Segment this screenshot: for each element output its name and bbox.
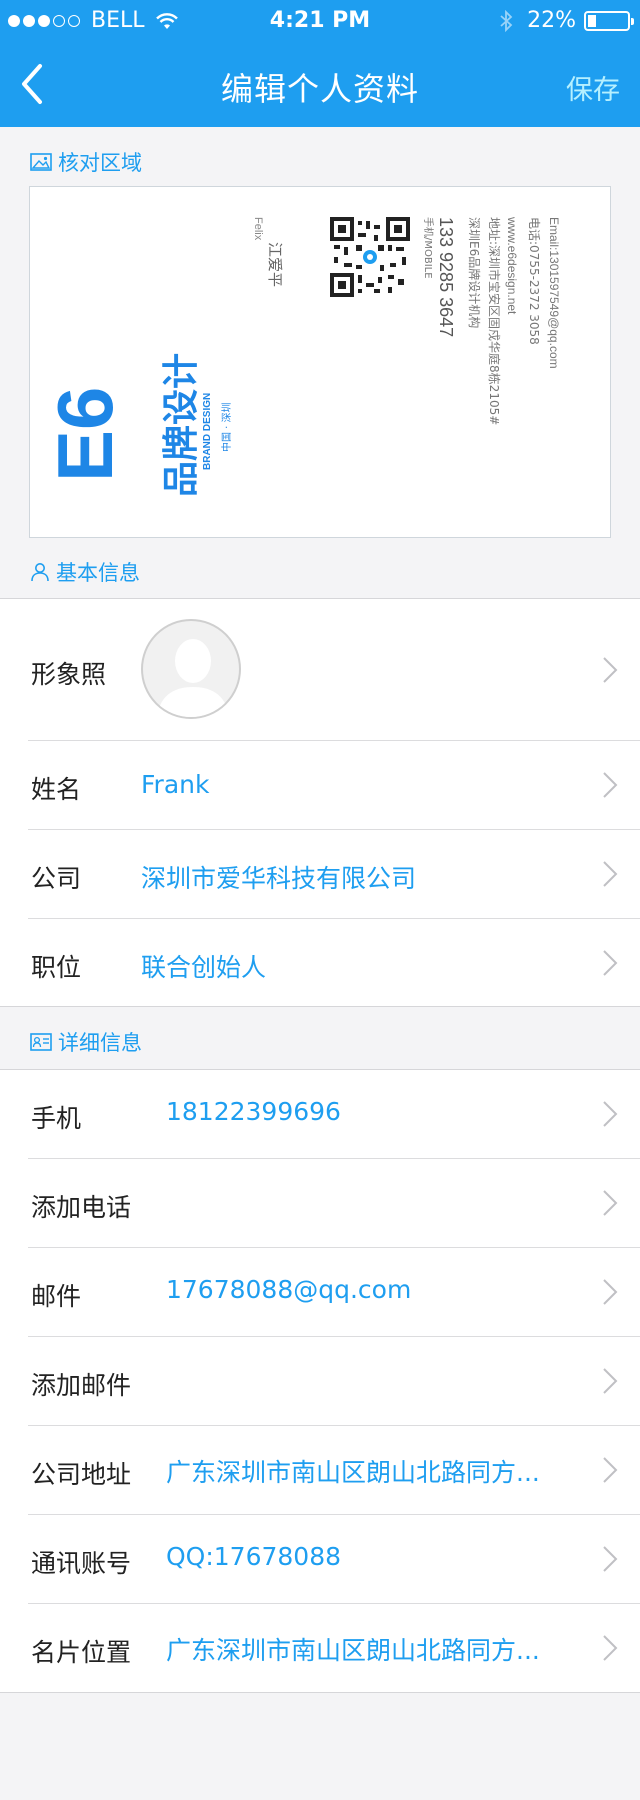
row-company-address[interactable]: 公司地址 广东深圳市南山区朗山北路同方... [28,1426,640,1515]
person-icon [31,563,49,582]
section-detail-header: 详细信息 [30,1027,142,1057]
row-im-account[interactable]: 通讯账号 QQ:17678088 [28,1515,640,1604]
card-brand-en: BRAND DESIGN [202,393,213,470]
position-value: 联合创始人 [141,953,267,982]
row-position[interactable]: 职位 联合创始人 [28,919,640,1008]
row-photo[interactable]: 形象照 [28,599,640,741]
card-logo-text: E6 [41,387,129,482]
row-email[interactable]: 邮件 17678088@qq.com [28,1248,640,1337]
company-value: 深圳市爱华科技有限公司 [141,864,417,893]
chevron-right-icon [603,1279,618,1305]
chevron-right-icon [603,1190,618,1216]
chevron-right-icon [603,950,618,976]
name-label: 姓名 [31,775,82,804]
business-card-graphic: E6 品牌设计 BRAND DESIGN 中国 · 深圳 Felix 江爱平 手… [41,216,561,497]
detail-value: 广东深圳市南山区朗山北路同方... [166,1458,540,1487]
position-label: 职位 [31,953,82,982]
row-name[interactable]: 姓名 Frank [28,741,640,830]
detail-value: 18122399696 [166,1097,341,1126]
chevron-right-icon [603,1101,618,1127]
status-bar: BELL 4:21 PM 22% [0,0,640,40]
card-org: 深圳E6品牌设计机构 [467,217,482,328]
chevron-right-icon [603,1546,618,1572]
detail-label: 手机 [31,1104,82,1133]
card-name-cn: 江爱平 [266,242,284,287]
card-email: Email:1301597549@qq.com [547,217,561,369]
card-mobile-label: 手机/MOBILE [422,217,435,279]
detail-info-group: 手机 18122399696 添加电话 邮件 17678088@qq.com 添… [0,1069,640,1693]
detail-value: 17678088@qq.com [166,1275,412,1304]
chevron-right-icon [603,861,618,887]
row-add-email[interactable]: 添加邮件 [28,1337,640,1426]
detail-value: 广东深圳市南山区朗山北路同方... [166,1636,540,1665]
card-address: 地址:深圳市宝安区固戍华庭8栋2105# [487,217,502,425]
card-phone: 电话:0755-2372 3058 [527,217,541,345]
id-card-icon [30,1033,52,1051]
name-value: Frank [141,770,210,799]
section-basic-label: 基本信息 [56,561,140,585]
top-header: BELL 4:21 PM 22% 编辑个人资料 保存 [0,0,640,127]
row-mobile[interactable]: 手机 18122399696 [28,1070,640,1159]
page-title: 编辑个人资料 [220,70,419,108]
detail-label: 邮件 [31,1282,82,1311]
row-add-phone[interactable]: 添加电话 [28,1159,640,1248]
chevron-right-icon [603,657,618,683]
chevron-right-icon [603,1457,618,1483]
battery-icon [584,10,634,31]
card-location: 中国 · 深圳 [220,402,233,452]
card-name-en: Felix [252,217,264,241]
card-website: www.e6design.net [505,216,519,315]
row-company[interactable]: 公司 深圳市爱华科技有限公司 [28,830,640,919]
save-button[interactable]: 保存 [566,68,620,107]
battery-percent: 22% [527,8,576,33]
card-mobile: 133 9285 3647 [436,217,456,337]
detail-label: 名片位置 [31,1638,132,1667]
detail-label: 添加电话 [31,1193,132,1222]
detail-label: 添加邮件 [31,1371,132,1400]
bluetooth-icon [500,9,513,32]
row-card-location[interactable]: 名片位置 广东深圳市南山区朗山北路同方... [28,1604,640,1693]
chevron-right-icon [603,1635,618,1661]
card-brand-cn: 品牌设计 [161,353,202,497]
business-card-image[interactable]: E6 品牌设计 BRAND DESIGN 中国 · 深圳 Felix 江爱平 手… [29,186,611,538]
company-label: 公司 [31,864,82,893]
section-verify-label: 核对区域 [58,151,142,175]
chevron-right-icon [603,772,618,798]
detail-value: QQ:17678088 [166,1542,342,1571]
photo-label: 形象照 [31,660,107,689]
avatar[interactable] [141,619,241,719]
detail-label: 通讯账号 [31,1549,132,1578]
qr-code-icon [330,217,410,297]
avatar-placeholder-icon [157,639,229,717]
section-verify-header: 核对区域 [30,147,142,177]
section-basic-header: 基本信息 [30,557,140,587]
basic-info-group: 形象照 姓名 Frank 公司 深圳市爱华科技有限公司 职位 联合创始人 [0,598,640,1007]
image-icon [30,153,52,171]
status-right: 22% [499,8,634,33]
chevron-right-icon [603,1368,618,1394]
section-detail-label: 详细信息 [58,1031,142,1055]
detail-label: 公司地址 [31,1460,132,1489]
